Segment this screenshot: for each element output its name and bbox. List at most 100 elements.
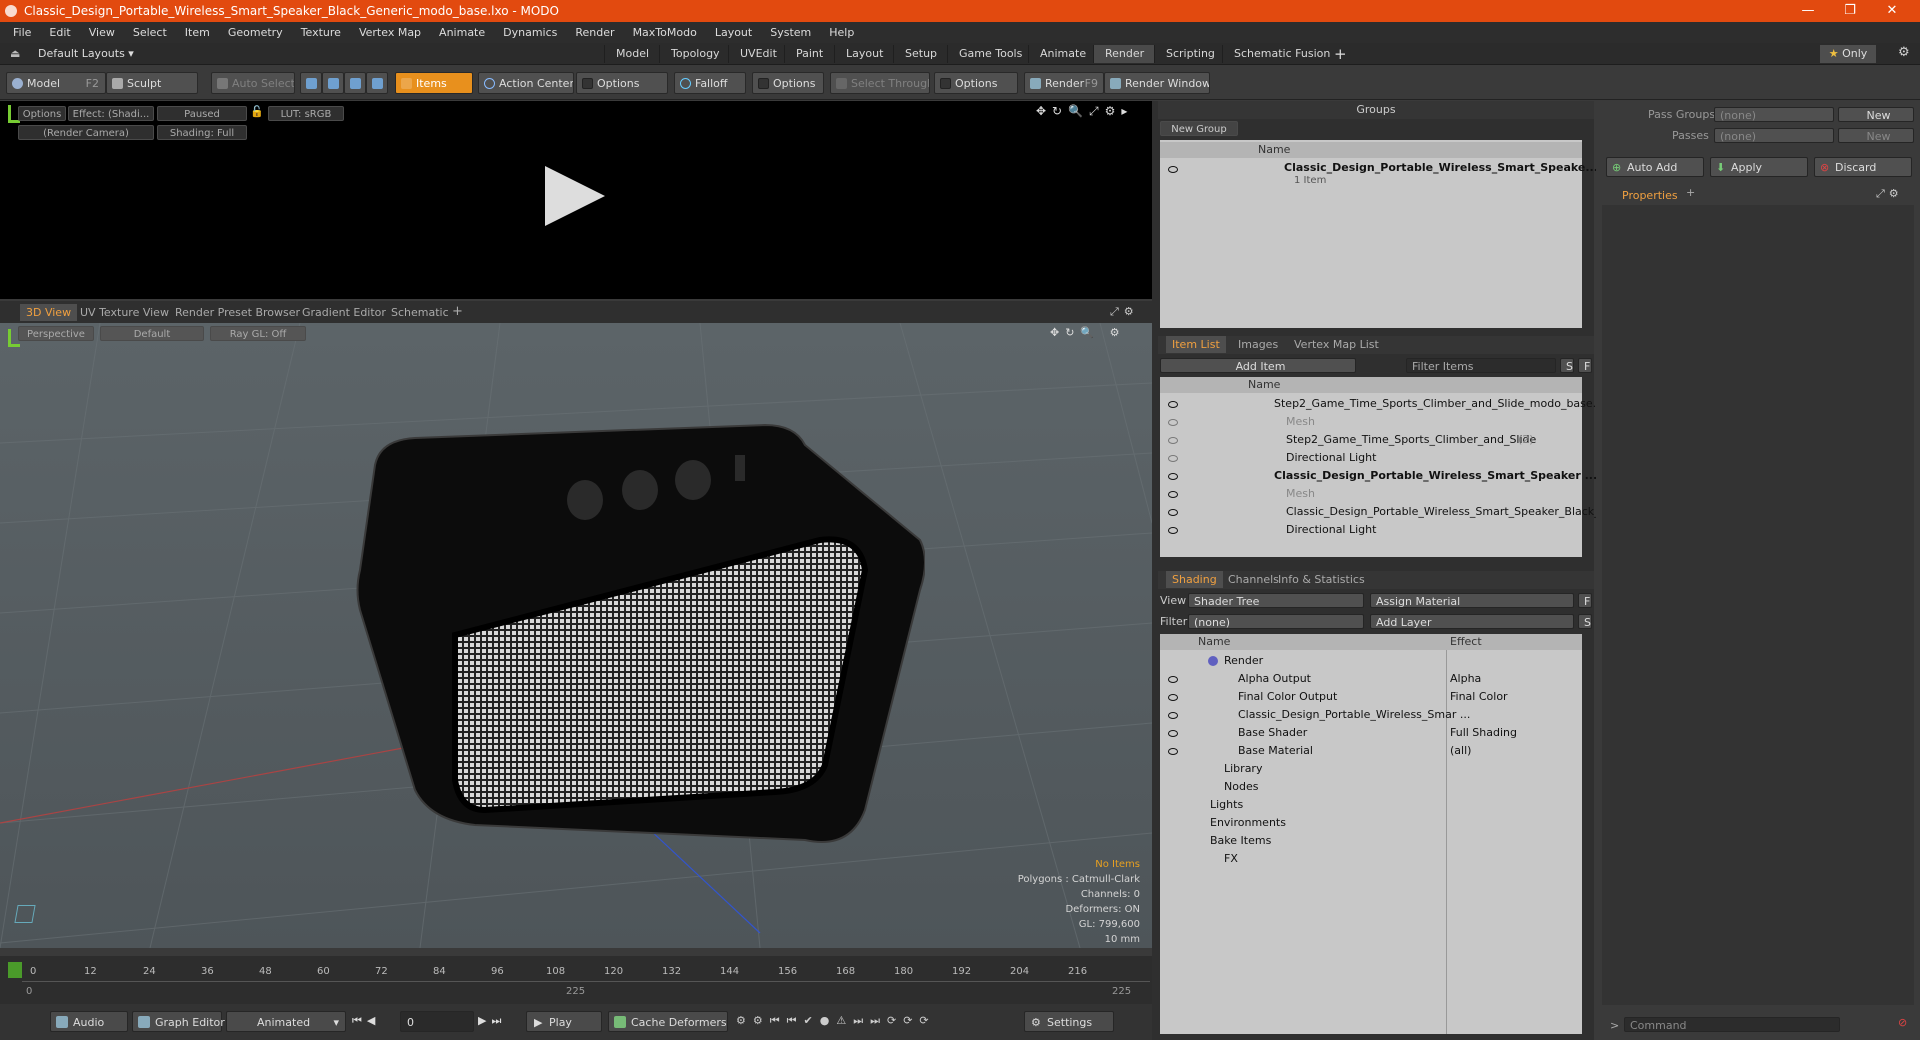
command-input[interactable]: Command xyxy=(1624,1017,1840,1032)
menu-select[interactable]: Select xyxy=(124,26,176,39)
viewport-expand-icons[interactable]: ⤢⚙ xyxy=(1110,305,1139,319)
new-pass-group-button[interactable]: New xyxy=(1838,107,1914,122)
tab-gradient-editor[interactable]: Gradient Editor xyxy=(296,304,392,321)
viewport-3d-nav-icons[interactable]: ✥↻🔍 ⚙ xyxy=(1050,326,1126,339)
render-preview[interactable]: Options Effect: (Shadi... Paused 🔓 LUT: … xyxy=(0,101,1152,299)
close-icon[interactable]: ✕ xyxy=(1872,0,1912,22)
shader-row[interactable]: Classic_Design_Portable_Wireless_Smar ..… xyxy=(1160,706,1582,724)
passes-dropdown[interactable]: (none) xyxy=(1714,128,1834,143)
tab-vertex-map-list[interactable]: Vertex Map List xyxy=(1288,336,1385,353)
shading-f-button[interactable]: F xyxy=(1578,593,1592,608)
edges-mode-button[interactable] xyxy=(322,72,344,94)
select-through-button[interactable]: Select Through xyxy=(830,72,930,94)
play-icon[interactable] xyxy=(540,161,610,231)
tab-model[interactable]: Model xyxy=(604,45,660,63)
eye-icon[interactable] xyxy=(1168,473,1178,480)
layouts-icon[interactable]: ⏏ xyxy=(10,47,20,60)
menu-file[interactable]: File xyxy=(4,26,40,39)
audio-button[interactable]: Audio xyxy=(50,1011,128,1032)
add-layer-dropdown[interactable]: Add Layer xyxy=(1370,614,1574,629)
materials-mode-button[interactable] xyxy=(366,72,388,94)
key-tools-icons[interactable]: ⚙⚙⏮⏮✔●⚠⏭⏭⟳⟳⟳ xyxy=(736,1014,936,1028)
render-window-button[interactable]: Render Window xyxy=(1104,72,1210,94)
falloff-button[interactable]: Falloff xyxy=(674,72,746,94)
items-mode-button[interactable]: Items xyxy=(395,72,473,94)
add-properties-tab-icon[interactable]: + xyxy=(1686,186,1695,199)
shader-row[interactable]: Alpha Output Alpha xyxy=(1160,670,1582,688)
tab-schematic[interactable]: Schematic xyxy=(385,304,455,321)
shader-row[interactable]: Lights xyxy=(1160,796,1582,814)
eye-icon[interactable] xyxy=(1168,419,1178,426)
eye-icon[interactable] xyxy=(1168,730,1178,737)
options-button-2[interactable]: Options xyxy=(752,72,824,94)
eye-icon[interactable] xyxy=(1168,748,1178,755)
shader-row[interactable]: Bake Items xyxy=(1160,832,1582,850)
perspective-dropdown[interactable]: Perspective xyxy=(18,326,94,341)
timeline-ruler[interactable]: 0 12 24 36 48 60 72 84 96 108 120 132 14… xyxy=(22,960,1150,982)
eye-icon[interactable] xyxy=(1168,712,1178,719)
menu-texture[interactable]: Texture xyxy=(292,26,350,39)
default-layouts-dropdown[interactable]: Default Layouts ▾ xyxy=(38,47,134,60)
tab-item-list[interactable]: Item List xyxy=(1166,336,1226,353)
shader-row[interactable]: Base Material (all) xyxy=(1160,742,1582,760)
transport-controls[interactable]: ⏮◀ xyxy=(352,1014,380,1028)
eye-icon[interactable] xyxy=(1168,694,1178,701)
shader-tree[interactable]: Name Effect Render Alpha Output Alpha Fina… xyxy=(1160,634,1582,1034)
eye-icon[interactable] xyxy=(1168,509,1178,516)
play-button[interactable]: ▶ Play xyxy=(526,1011,602,1032)
pass-groups-dropdown[interactable]: (none) xyxy=(1714,107,1834,122)
gear-icon[interactable]: ⚙ xyxy=(1898,45,1910,60)
properties-expand-icons[interactable]: ⤢⚙ xyxy=(1876,187,1903,201)
auto-select-button[interactable]: Auto Select xyxy=(211,72,295,94)
lut-dropdown[interactable]: LUT: sRGB xyxy=(268,106,344,121)
view-dropdown[interactable]: Shader Tree xyxy=(1188,593,1364,608)
eye-icon[interactable] xyxy=(1168,527,1178,534)
tab-3d-view[interactable]: 3D View xyxy=(20,304,78,321)
item-row[interactable]: Step2_Game_Time_Sports_Climber_and_Slide… xyxy=(1160,395,1612,413)
raygl-dropdown[interactable]: Ray GL: Off xyxy=(210,326,306,341)
model-button[interactable]: Model F2 xyxy=(6,72,106,94)
shader-row[interactable]: Nodes xyxy=(1160,778,1582,796)
viewport-nav-icons[interactable]: ✥↻🔍⤢⚙▸ xyxy=(1036,104,1133,119)
shader-row[interactable]: Render xyxy=(1160,652,1582,670)
new-group-button[interactable]: New Group xyxy=(1160,121,1238,136)
graph-editor-button[interactable]: Graph Editor xyxy=(132,1011,225,1032)
shading-s-button[interactable]: S xyxy=(1578,614,1592,629)
menu-layout[interactable]: Layout xyxy=(706,26,761,39)
speaker-mesh[interactable] xyxy=(355,420,925,850)
eye-icon[interactable] xyxy=(1168,401,1178,408)
tab-animate[interactable]: Animate xyxy=(1028,45,1097,63)
action-center-button[interactable]: Action Center xyxy=(478,72,574,94)
render-options-button[interactable]: Options xyxy=(18,106,66,121)
shading-default-dropdown[interactable]: Default xyxy=(100,326,204,341)
menu-dynamics[interactable]: Dynamics xyxy=(494,26,566,39)
shader-row[interactable]: Environments xyxy=(1160,814,1582,832)
menu-vertex-map[interactable]: Vertex Map xyxy=(350,26,430,39)
eye-icon[interactable] xyxy=(1168,491,1178,498)
tab-layout[interactable]: Layout xyxy=(834,45,894,63)
item-row[interactable]: Classic_Design_Portable_Wireless_Smart_S… xyxy=(1160,503,1614,521)
discard-button[interactable]: ⊗ Discard xyxy=(1814,157,1912,177)
animated-dropdown[interactable]: Animated ▾ xyxy=(226,1011,346,1032)
tab-images[interactable]: Images xyxy=(1232,336,1284,353)
auto-add-button[interactable]: ⊕ Auto Add xyxy=(1606,157,1704,177)
apply-button[interactable]: ⬇ Apply xyxy=(1710,157,1808,177)
tab-uvedit[interactable]: UVEdit xyxy=(728,45,788,63)
add-viewport-tab-icon[interactable]: + xyxy=(452,304,463,319)
menu-edit[interactable]: Edit xyxy=(40,26,79,39)
frame-input[interactable]: 0 xyxy=(400,1011,474,1032)
eye-icon[interactable] xyxy=(1168,166,1178,173)
paused-button[interactable]: Paused xyxy=(157,106,247,121)
shader-row[interactable]: FX xyxy=(1160,850,1582,868)
restore-icon[interactable]: ❐ xyxy=(1830,0,1870,22)
options-button-3[interactable]: Options xyxy=(934,72,1018,94)
timeline[interactable]: 0 12 24 36 48 60 72 84 96 108 120 132 14… xyxy=(0,956,1152,1004)
shader-row[interactable]: Base Shader Full Shading xyxy=(1160,724,1582,742)
menu-item[interactable]: Item xyxy=(176,26,219,39)
shader-row[interactable]: Final Color Output Final Color xyxy=(1160,688,1582,706)
assign-material-dropdown[interactable]: Assign Material xyxy=(1370,593,1574,608)
eye-icon[interactable] xyxy=(1168,455,1178,462)
menu-help[interactable]: Help xyxy=(820,26,863,39)
item-row[interactable]: Mesh xyxy=(1160,413,1582,431)
step-forward-icons[interactable]: ▶⏭ xyxy=(478,1014,506,1028)
